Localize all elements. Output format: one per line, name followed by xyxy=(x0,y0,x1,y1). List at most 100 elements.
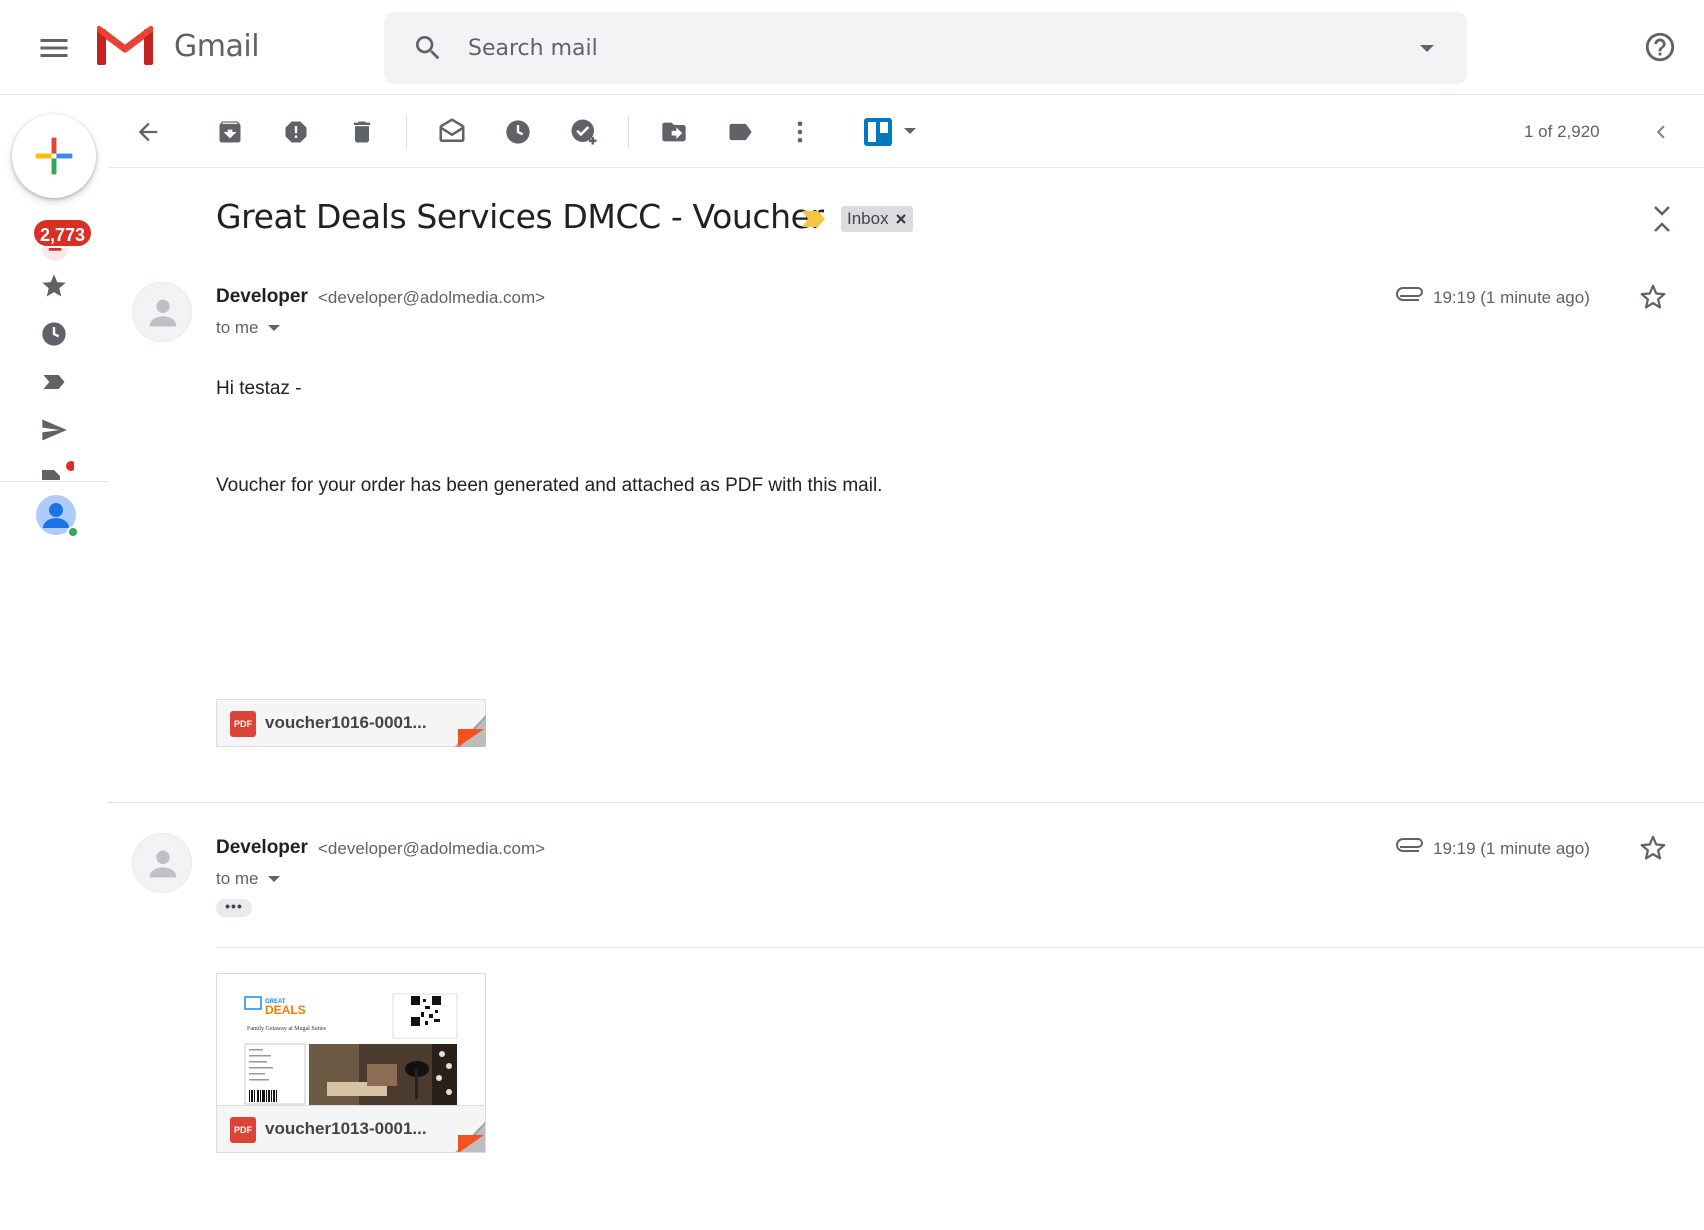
top-header: Gmail xyxy=(0,0,1704,95)
pager-text: 1 of 2,920 xyxy=(1524,122,1600,141)
add-task-icon xyxy=(571,119,597,145)
expand-collapse-icon xyxy=(1654,206,1670,232)
menu-icon xyxy=(40,39,68,57)
gmail-logo[interactable] xyxy=(97,25,153,67)
thread-subject: Great Deals Services DMCC - Voucher xyxy=(216,197,824,236)
recipient-text: to me xyxy=(216,869,259,888)
recipient-details[interactable]: to me xyxy=(216,318,281,338)
star-button[interactable] xyxy=(1638,833,1668,863)
newer-button[interactable] xyxy=(1643,114,1679,150)
pdf-icon: PDF xyxy=(230,711,256,737)
sender-avatar[interactable] xyxy=(132,282,192,342)
has-attachment-indicator xyxy=(1396,284,1426,308)
compose-button[interactable] xyxy=(12,114,96,198)
paperclip-icon xyxy=(1396,838,1423,852)
star-icon xyxy=(1640,284,1666,309)
product-name: Gmail xyxy=(174,29,260,64)
importance-marker[interactable] xyxy=(802,210,826,228)
message-time[interactable]: 19:19 (1 minute ago) xyxy=(1433,288,1590,308)
attachment-file-name: voucher1013-0001... xyxy=(265,1119,427,1138)
attachment-card[interactable]: PDF voucher1013-0001... xyxy=(217,1105,485,1152)
preview-title: Family Getaway at Mugal Suites xyxy=(247,1026,327,1032)
search-button[interactable] xyxy=(412,32,444,64)
rail-sent[interactable] xyxy=(40,416,68,444)
star-icon xyxy=(42,274,66,297)
voucher-preview-image: GREAT DEALS Family Getaway at Mugal Suit… xyxy=(217,974,485,1106)
importance-icon xyxy=(802,211,825,227)
search-bar[interactable] xyxy=(384,12,1467,84)
more-icon xyxy=(797,121,803,143)
recipient-text: to me xyxy=(216,318,259,337)
trello-icon xyxy=(864,118,916,146)
labels-button[interactable] xyxy=(722,114,758,150)
sender-name[interactable]: Developer xyxy=(216,837,308,859)
inbox-label-chip[interactable]: Inbox xyxy=(841,206,913,232)
unread-count-badge: 2,773 xyxy=(32,218,94,248)
archive-icon xyxy=(219,121,241,143)
sender-name[interactable]: Developer xyxy=(216,286,308,308)
rail-important[interactable] xyxy=(40,368,68,396)
move-to-button[interactable] xyxy=(656,114,692,150)
pdf-icon: PDF xyxy=(230,1117,256,1143)
sender-email: <developer@adolmedia.com> xyxy=(318,839,546,858)
back-button[interactable] xyxy=(130,114,166,150)
message-body-line: Voucher for your order has been generate… xyxy=(216,475,883,496)
paperclip-icon xyxy=(1396,287,1423,301)
show-trimmed-content-button[interactable]: ••• xyxy=(216,899,252,917)
labels-icon xyxy=(729,123,752,141)
mark-unread-icon xyxy=(439,118,465,142)
more-button[interactable] xyxy=(782,114,818,150)
message-time[interactable]: 19:19 (1 minute ago) xyxy=(1433,839,1590,859)
page-fold-icon xyxy=(455,1122,485,1152)
rail-divider xyxy=(0,481,108,482)
delete-button[interactable] xyxy=(344,114,380,150)
search-input[interactable] xyxy=(468,30,1368,66)
trello-addon-button[interactable] xyxy=(860,114,920,150)
help-button[interactable] xyxy=(1643,30,1677,64)
rail-starred[interactable] xyxy=(40,272,68,300)
attachments-divider xyxy=(216,947,1704,948)
ellipsis-text: ••• xyxy=(225,898,243,914)
main-menu-button[interactable] xyxy=(36,30,72,66)
star-icon xyxy=(1640,835,1666,860)
message-divider xyxy=(108,802,1704,803)
star-button[interactable] xyxy=(1638,282,1668,312)
person-icon xyxy=(149,850,177,878)
send-icon xyxy=(42,419,67,441)
search-options-button[interactable] xyxy=(1414,42,1440,56)
snooze-button[interactable] xyxy=(500,114,536,150)
attachment-card[interactable]: PDF voucher1016-0001... xyxy=(216,699,486,747)
attachment-preview-card[interactable]: GREAT DEALS Family Getaway at Mugal Suit… xyxy=(216,973,486,1153)
report-spam-button[interactable] xyxy=(278,114,314,150)
sender-avatar[interactable] xyxy=(132,833,192,893)
mark-unread-button[interactable] xyxy=(434,114,470,150)
preview-brand-bottom: DEALS xyxy=(265,1003,306,1017)
help-icon xyxy=(1645,32,1675,62)
delete-icon xyxy=(353,121,371,143)
recipient-details[interactable]: to me xyxy=(216,869,281,889)
move-to-icon xyxy=(662,122,686,142)
rail-inbox[interactable]: 2,773 xyxy=(30,218,94,264)
add-to-tasks-button[interactable] xyxy=(566,114,602,150)
rail-snoozed[interactable] xyxy=(40,320,68,348)
label-text: Inbox xyxy=(847,209,889,228)
account-avatar[interactable] xyxy=(35,494,79,538)
expand-all-button[interactable] xyxy=(1650,203,1674,235)
toolbar-separator xyxy=(628,116,629,148)
rail-drafts[interactable] xyxy=(40,460,74,480)
attachment-thumbnail: GREAT DEALS Family Getaway at Mugal Suit… xyxy=(217,974,485,1106)
avatar-icon xyxy=(36,495,79,538)
caret-down-icon xyxy=(267,876,280,882)
compose-icon xyxy=(35,137,73,175)
search-icon xyxy=(416,36,440,60)
caret-down-icon xyxy=(267,325,280,331)
draft-icon xyxy=(42,461,74,480)
close-icon[interactable] xyxy=(895,213,907,225)
snooze-icon xyxy=(506,120,530,144)
clock-icon xyxy=(42,322,66,346)
archive-button[interactable] xyxy=(212,114,248,150)
attachment-file-name: voucher1016-0001... xyxy=(265,713,427,732)
search-options-icon xyxy=(1420,45,1434,52)
message-body-line: Hi testaz - xyxy=(216,378,302,399)
back-icon xyxy=(138,122,158,142)
